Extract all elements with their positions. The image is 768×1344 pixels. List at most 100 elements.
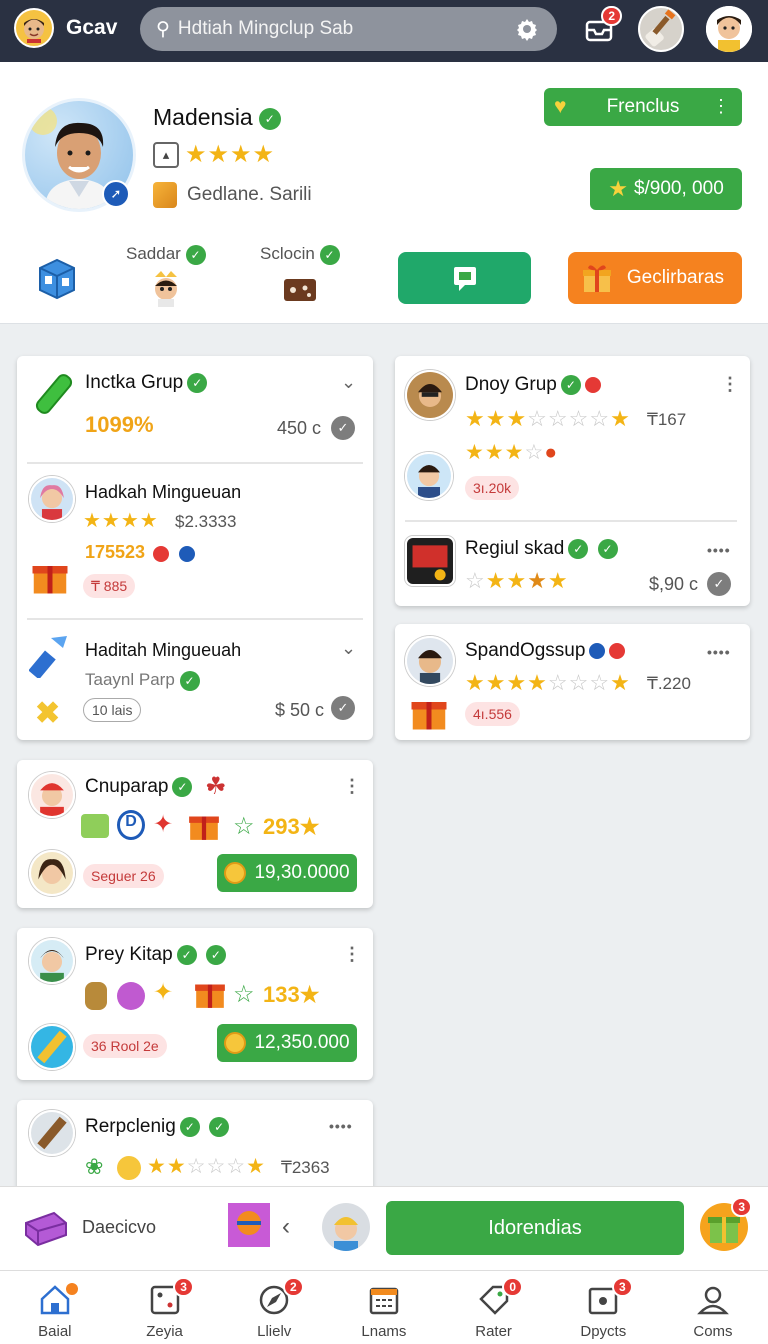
- green-block-icon: [81, 814, 109, 838]
- nav-label: Zeyia: [146, 1323, 183, 1340]
- verified-icon: ✓: [179, 1116, 200, 1137]
- rating-value: $2.3333: [175, 512, 237, 531]
- more-options-icon[interactable]: ⋮: [343, 776, 361, 797]
- avatar[interactable]: [29, 1024, 75, 1070]
- card-subtitle-text: Taaynl Parp: [85, 670, 175, 689]
- status-tag: Seguer 26: [83, 864, 164, 888]
- coin-icon: [117, 1156, 141, 1180]
- friend-saddar-label: Saddar: [126, 244, 181, 263]
- blue-box-icon[interactable]: [36, 256, 78, 300]
- gear-icon[interactable]: [515, 17, 539, 41]
- bottle-icon: [85, 982, 107, 1010]
- friend-sclocin[interactable]: Sclocin ✓: [260, 244, 340, 307]
- chevron-left-icon[interactable]: ‹: [282, 1213, 290, 1241]
- search-bar[interactable]: ⚲: [140, 7, 557, 51]
- avatar[interactable]: [405, 452, 453, 500]
- rating-stars: ★★★★: [185, 141, 276, 168]
- grid-menu-icon[interactable]: ••••: [329, 1118, 353, 1134]
- profile-subtitle-text: Gedlane. Sarili: [187, 184, 312, 205]
- nav-item-products[interactable]: 3 Dpycts: [548, 1271, 658, 1344]
- avatar[interactable]: [29, 850, 75, 896]
- verified-icon: ✓: [319, 244, 340, 265]
- more-options-icon[interactable]: ⋮: [343, 944, 361, 965]
- verified-icon: ✓: [176, 944, 197, 965]
- nav-item-home[interactable]: Baial: [0, 1271, 110, 1344]
- more-options-icon[interactable]: ⋮: [712, 96, 730, 117]
- profile-header: ➚ Madensia ✓ ▴ ★★★★ Gedlane. Sarili ♥ Fre…: [0, 62, 768, 324]
- blue-dot-icon: [179, 546, 195, 562]
- grid-menu-icon[interactable]: ••••: [707, 644, 731, 660]
- avatar[interactable]: [405, 536, 455, 586]
- verified-icon: ✓: [185, 244, 206, 265]
- profile-name-text: Madensia: [153, 104, 253, 130]
- gift-icon: [32, 566, 68, 594]
- card-title: Inctka Grup ✓: [85, 372, 208, 394]
- search-icon: ⚲: [156, 18, 170, 40]
- rating-stars: ★★☆☆☆★: [147, 1155, 266, 1178]
- avatar[interactable]: [29, 772, 75, 818]
- gift-box-button[interactable]: 3: [700, 1197, 752, 1251]
- bottom-nav: Baial 3 Zeyia 2 Llielv Lnams 0 Rater 3 D…: [0, 1270, 768, 1344]
- score-value: 175523: [85, 542, 146, 562]
- nav-item-live[interactable]: 2 Llielv: [219, 1271, 329, 1344]
- rating-stars: ★★★☆☆☆☆★: [465, 406, 631, 431]
- person-name: Hadkah Minguеuan: [85, 482, 242, 502]
- chevron-down-icon[interactable]: ⌄: [341, 372, 356, 393]
- gifts-button[interactable]: Geclirbaras: [568, 252, 742, 304]
- user-face-icon: [706, 6, 752, 52]
- count-value: ₸2363: [281, 1158, 330, 1177]
- nav-label: Lnams: [361, 1323, 407, 1340]
- friends-button[interactable]: ♥ Frenclus ⋮: [544, 88, 742, 126]
- chat-button[interactable]: [398, 252, 531, 304]
- gifts-label: Geclirbaras: [626, 267, 724, 288]
- price-tag: 4ı.556: [465, 702, 520, 726]
- action-bar: Daecicvo ‹ Idorendias 3: [0, 1186, 768, 1270]
- arcade-icon: [407, 538, 453, 584]
- nav-item-profile[interactable]: Coms: [658, 1271, 768, 1344]
- top-bar: Gcav ⚲ 2: [0, 0, 768, 62]
- avatar[interactable]: [29, 1110, 75, 1156]
- nav-label: Rater: [475, 1323, 512, 1340]
- chevron-down-icon[interactable]: ⌄: [341, 638, 356, 659]
- chat-icon: [453, 267, 476, 291]
- calendar-icon: [369, 1287, 399, 1315]
- primary-action-button[interactable]: Idorendias: [386, 1201, 684, 1255]
- check-circle-icon[interactable]: ✓: [331, 696, 355, 720]
- nav-label: Baial: [38, 1323, 72, 1340]
- amount-button[interactable]: 12,350.000: [217, 1024, 357, 1062]
- avatar[interactable]: [405, 370, 455, 420]
- rating-stars: ★★★★☆☆☆★: [465, 670, 631, 695]
- check-circle-icon[interactable]: ✓: [331, 416, 355, 440]
- verified-icon: ✓: [172, 776, 193, 797]
- brush-tool-button[interactable]: [638, 6, 684, 52]
- gift-icon: [583, 265, 611, 292]
- profile-name: Madensia ✓: [153, 104, 281, 131]
- status-tag: 36 Rool 2e: [83, 1034, 167, 1058]
- wand-icon: ✦: [153, 979, 174, 1006]
- nav-item-games[interactable]: 3 Zeyia: [110, 1271, 220, 1344]
- d-badge-icon: D: [117, 810, 145, 840]
- app-logo-avatar[interactable]: [14, 8, 54, 48]
- avatar[interactable]: [405, 636, 455, 686]
- user-avatar[interactable]: [706, 6, 752, 52]
- search-input[interactable]: [177, 18, 458, 40]
- balance-button[interactable]: ★ $/900, 000: [590, 168, 742, 210]
- banner-icon[interactable]: [226, 1201, 272, 1249]
- avatar[interactable]: [29, 476, 75, 522]
- grid-menu-icon[interactable]: ••••: [707, 542, 731, 558]
- avatar[interactable]: [29, 938, 75, 984]
- friend-saddar[interactable]: Saddar ✓: [126, 244, 206, 307]
- nav-item-rater[interactable]: 0 Rater: [439, 1271, 549, 1344]
- verified-icon: ✓: [205, 944, 226, 965]
- nav-item-calendar[interactable]: Lnams: [329, 1271, 439, 1344]
- worker-face-icon: [334, 1217, 358, 1251]
- check-circle-icon[interactable]: ✓: [707, 572, 731, 596]
- cat-icon: ☘: [205, 773, 227, 800]
- group-card-right: SpandOgssup •••• ★★★★☆☆☆★ ₸.220 4ı.556: [395, 624, 750, 740]
- avatar[interactable]: [322, 1203, 370, 1251]
- inbox-button[interactable]: 2: [584, 6, 622, 44]
- verified-icon: ✓: [258, 107, 281, 130]
- amount-button[interactable]: 19,30.0000: [217, 854, 357, 892]
- more-options-icon[interactable]: ⋮: [721, 374, 739, 395]
- purple-box-icon[interactable]: [24, 1209, 68, 1247]
